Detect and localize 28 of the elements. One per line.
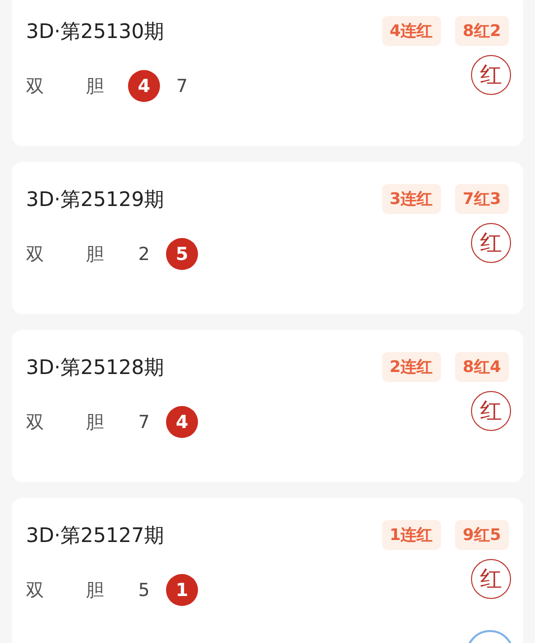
streak-badge: 4连红 [382,16,441,46]
issue-title: 3D·第25127期 [26,522,164,549]
number: 7 [175,74,189,98]
streak-badge: 2连红 [382,352,441,382]
result-stamp: 红 [471,223,511,263]
number: 7 [137,410,151,434]
streak-badge: 8红4 [454,352,509,382]
issue-title: 3D·第25129期 [26,186,164,213]
result-stamp: 红 [471,559,511,599]
issue-title: 3D·第25130期 [26,18,164,45]
number: 5 [137,578,151,602]
label: 双 [26,410,45,434]
label: 胆 [86,74,105,98]
label: 胆 [86,242,105,266]
issue-title: 3D·第25128期 [26,354,164,381]
label: 双 [26,242,45,266]
number: 2 [137,242,151,266]
streak-badge: 9红5 [454,520,509,550]
label: 双 [26,74,45,98]
streak-badge: 1连红 [382,520,441,550]
label: 胆 [86,578,105,602]
result-stamp: 红 [471,391,511,431]
label: 胆 [86,410,105,434]
streak-badge: 7红3 [454,184,509,214]
result-stamp: 红 [471,55,511,95]
label: 双 [26,578,45,602]
streak-badge: 8红2 [454,16,509,46]
streak-badge: 3连红 [382,184,441,214]
